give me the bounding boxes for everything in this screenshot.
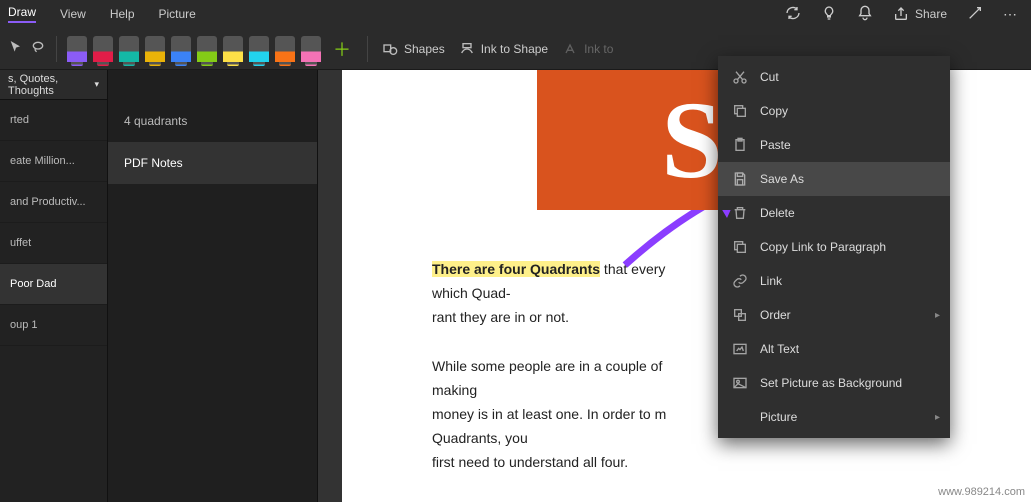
more-icon[interactable]: ⋯ [1003, 6, 1017, 23]
bulb-icon[interactable] [821, 5, 837, 24]
notebook-title[interactable]: s, Quotes, Thoughts ▾ [0, 70, 107, 100]
logo-letter: S [661, 77, 722, 204]
highlighter-cyan[interactable] [249, 36, 269, 62]
menu-item-picture[interactable]: Picture▸ [718, 400, 950, 434]
menu-item-save-as[interactable]: Save As [718, 162, 950, 196]
chevron-down-icon: ▾ [94, 79, 99, 90]
separator [56, 36, 57, 62]
menu-item-copy-link[interactable]: Copy Link to Paragraph [718, 230, 950, 264]
page-item[interactable]: 4 quadrants [108, 100, 317, 142]
highlighter-pink[interactable] [301, 36, 321, 62]
menu-item-order[interactable]: Order▸ [718, 298, 950, 332]
pen-yellow[interactable] [145, 36, 165, 62]
shapes-label: Shapes [404, 42, 445, 56]
tab-picture[interactable]: Picture [159, 7, 196, 21]
pen-teal[interactable] [119, 36, 139, 62]
menubar-right: Share ⋯ [785, 5, 1031, 24]
separator [367, 36, 368, 62]
fullscreen-icon[interactable] [967, 5, 983, 24]
section-list: s, Quotes, Thoughts ▾ rted eate Million.… [0, 70, 108, 502]
menu-item-alt-text[interactable]: Alt Text [718, 332, 950, 366]
tab-view[interactable]: View [60, 7, 86, 21]
context-menu: Cut Copy Paste Save As Delete Copy Link … [718, 56, 950, 438]
ink-to-shape-label: Ink to Shape [481, 42, 548, 56]
menu-item-set-background[interactable]: Set Picture as Background [718, 366, 950, 400]
chevron-right-icon: ▸ [935, 412, 940, 423]
cursor-tool-icon[interactable] [8, 39, 24, 58]
pen-green[interactable] [197, 36, 217, 62]
highlighted-text: There are four Quadrants [432, 261, 600, 277]
share-button[interactable]: Share [893, 6, 947, 22]
menubar: Draw View Help Picture Share ⋯ [0, 0, 1031, 28]
highlighter-yellow[interactable] [223, 36, 243, 62]
section-item[interactable]: and Productiv... [0, 182, 107, 223]
watermark: www.989214.com [938, 486, 1025, 498]
menu-item-link[interactable]: Link [718, 264, 950, 298]
lasso-tool-icon[interactable] [30, 39, 46, 58]
chevron-right-icon: ▸ [935, 310, 940, 321]
menu-item-copy[interactable]: Copy [718, 94, 950, 128]
menu-item-delete[interactable]: Delete [718, 196, 950, 230]
pen-red[interactable] [93, 36, 113, 62]
share-label: Share [915, 7, 947, 21]
ink-to-shape-button[interactable]: Ink to Shape [455, 39, 552, 59]
ink-to-text-button: Ink to [558, 39, 617, 59]
ink-to-text-label: Ink to [584, 42, 613, 56]
section-item[interactable]: eate Million... [0, 141, 107, 182]
section-item[interactable]: oup 1 [0, 305, 107, 346]
section-item[interactable]: uffet [0, 223, 107, 264]
bell-icon[interactable] [857, 5, 873, 24]
add-pen-button[interactable]: ＋ [333, 36, 351, 62]
section-item[interactable]: rted [0, 100, 107, 141]
pen-orange[interactable] [275, 36, 295, 62]
shapes-button[interactable]: Shapes [378, 39, 449, 59]
menu-item-paste[interactable]: Paste [718, 128, 950, 162]
sync-icon[interactable] [785, 5, 801, 24]
tab-help[interactable]: Help [110, 7, 135, 21]
menu-item-cut[interactable]: Cut [718, 60, 950, 94]
page-item[interactable]: PDF Notes [108, 142, 317, 184]
page-list: 4 quadrants PDF Notes [108, 70, 318, 502]
tab-draw[interactable]: Draw [8, 5, 36, 23]
pen-blue[interactable] [171, 36, 191, 62]
pen-purple[interactable] [67, 36, 87, 62]
section-item[interactable]: Poor Dad [0, 264, 107, 305]
